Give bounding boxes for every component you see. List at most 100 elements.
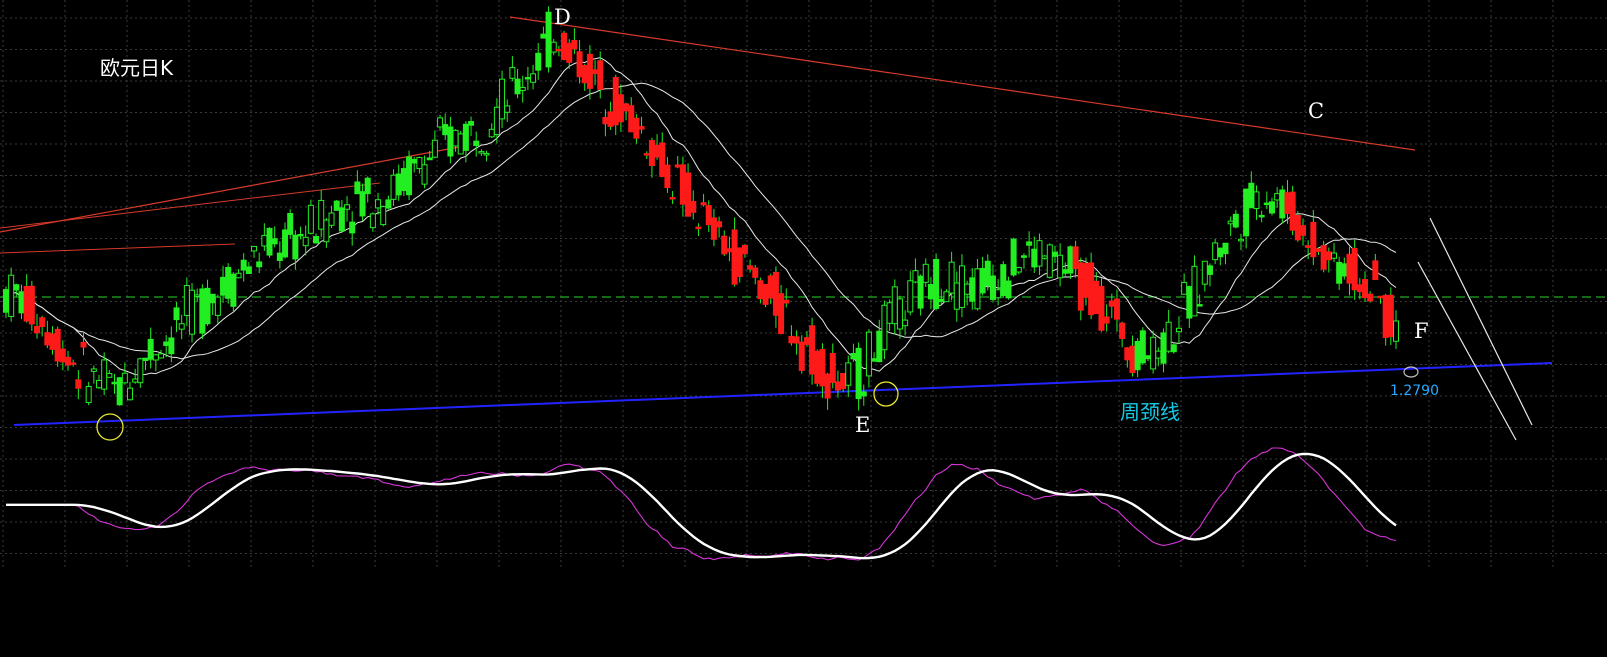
candle-body [380,206,387,226]
pivot-markers [96,366,1419,441]
candle-body [752,267,759,278]
candle-body [13,284,20,291]
candle-body [721,235,728,255]
candle-body [995,289,1002,299]
candle-body [669,197,676,200]
candle-body [39,317,46,328]
candle-body [462,123,469,151]
candle-body [1330,252,1337,259]
candle-body [1031,248,1038,268]
candle-body [1088,262,1095,316]
candle-body [530,73,537,83]
candle-body [1367,293,1374,302]
candle-body [204,287,211,325]
candle-body [1036,240,1043,267]
candle-body [447,126,454,157]
candle-body [338,207,345,232]
candle-body [1315,248,1322,252]
candle-body [137,358,144,384]
candle-body [948,261,955,294]
candle-body [1237,238,1244,242]
candle-body [1026,241,1033,246]
candle-body [840,372,847,390]
candle-body [943,291,950,303]
candle-body [395,173,402,196]
candle-body [452,129,459,147]
candle-body [679,164,686,205]
candle-body [1098,285,1105,331]
candle-body [690,200,697,213]
candle-body [75,379,82,389]
candle-body [1253,191,1260,210]
candle-body [891,286,898,325]
candle-body [772,271,779,316]
candle-body [1051,251,1058,257]
candle-body [648,140,655,167]
candle-body [1186,286,1193,319]
candle-body [1284,192,1291,214]
chart-title: 欧元日K [100,56,174,80]
candle-body [431,139,438,158]
candle-body [158,353,165,359]
trendlines [0,16,1607,441]
candle-body [514,78,521,95]
candle-body [483,152,490,156]
candle-body [1289,191,1296,231]
candles [3,6,1399,411]
candle-body [111,381,118,385]
candle-body [819,349,826,387]
candle-body [1258,214,1265,218]
candle-body [385,199,392,209]
candle-body [726,248,733,253]
candle-body [1320,245,1327,270]
candle-body [65,356,72,366]
candle-body [1377,295,1384,299]
point-label-f: F [1414,319,1429,343]
neckline [13,362,1553,426]
candlestick-chart: 欧元日K D C E F 周颈线 1.2790 [0,0,1607,570]
candle-body [318,199,325,230]
candle-body [1062,269,1069,274]
candle-body [1108,300,1115,307]
candle-body [421,164,428,185]
candle-body [922,263,929,283]
candle-body [287,213,294,235]
candle-body [860,391,867,397]
candle-body [705,205,712,226]
candle-body [654,144,661,158]
candle-body [1175,327,1182,333]
candle-body [1351,248,1358,291]
candle-body [979,267,986,294]
candle-body [1170,344,1177,353]
candle-body [1103,316,1110,324]
candle-body [571,40,578,50]
candle-body [245,266,252,274]
candle-body [592,69,599,75]
candle-body [633,117,640,139]
candle-body [1206,265,1213,275]
candle-body [716,221,723,228]
channel-line-lower [0,243,236,254]
price-label: 1.2790 [1390,383,1439,399]
candle-body [783,299,790,304]
candle-body [121,372,128,384]
candle-body [400,168,407,191]
candle-body [142,357,149,362]
candle-body [406,156,413,196]
candle-body [762,283,769,305]
candle-body [1057,254,1064,279]
candle-body [457,133,464,155]
candle-body [1294,214,1301,241]
candle-body [607,111,614,127]
candle-body [638,126,645,130]
candle-body [1165,321,1172,352]
candle-body [1093,280,1100,315]
candle-body [1336,261,1343,284]
candle-body [411,158,418,164]
candle-body [659,142,666,177]
candle-body [276,252,283,262]
candle-body [747,265,754,270]
candle-body [1201,260,1208,285]
candle-body [147,338,154,360]
candle-body [1072,246,1079,269]
